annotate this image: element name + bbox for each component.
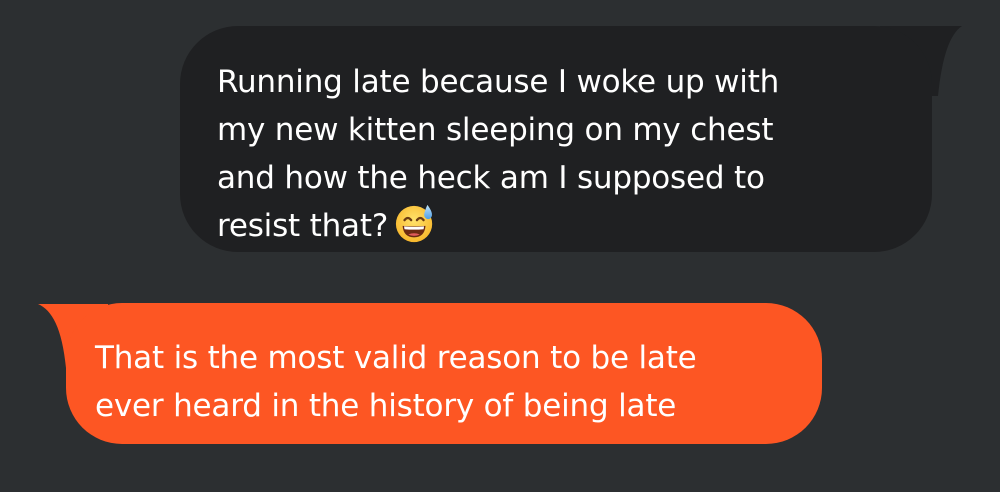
sent-message-text: Running late because I woke up with my n… [217, 64, 780, 244]
received-message-text: That is the most valid reason to be late… [95, 340, 697, 424]
message-thread: Running late because I woke up with my n… [0, 0, 1000, 492]
received-message-bubble[interactable]: That is the most valid reason to be late… [66, 303, 822, 444]
sent-message-bubble[interactable]: Running late because I woke up with my n… [180, 26, 932, 252]
grinning-face-with-sweat-icon [395, 204, 433, 243]
